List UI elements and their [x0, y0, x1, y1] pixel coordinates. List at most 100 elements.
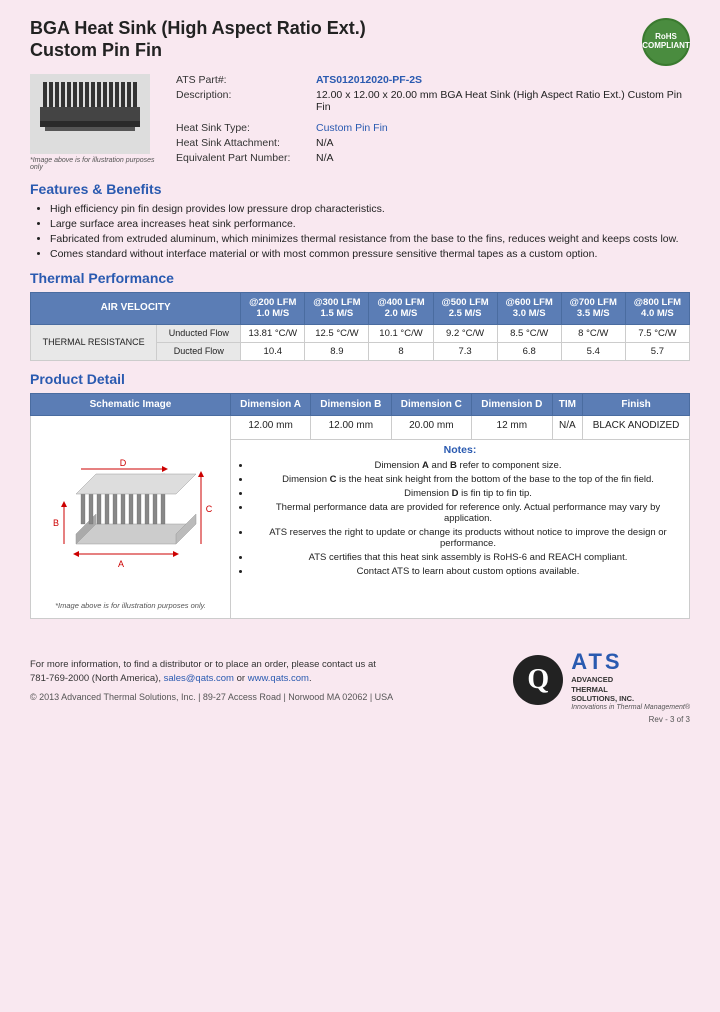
footer-email[interactable]: sales@qats.com: [164, 673, 234, 684]
svg-text:C: C: [205, 504, 212, 514]
th-tim: TIM: [552, 393, 583, 415]
product-image-area: *Image above is for illustration purpose…: [30, 74, 160, 171]
th-dim-c: Dimension C: [391, 393, 471, 415]
title-line2: Custom Pin Fin: [30, 40, 162, 60]
unducted-val-2: 10.1 °C/W: [369, 324, 433, 342]
product-detail-section: Product Detail Schematic Image Dimension…: [30, 371, 690, 619]
finish-value: BLACK ANODIZED: [583, 415, 690, 440]
notes-cell: Notes: Dimension A and B refer to compon…: [231, 440, 690, 618]
description-label: Description:: [176, 89, 316, 113]
notes-list: Dimension A and B refer to component siz…: [235, 460, 685, 577]
ducted-val-0: 10.4: [241, 342, 305, 360]
unducted-val-5: 8 °C/W: [561, 324, 625, 342]
dim-c-value: 20.00 mm: [391, 415, 471, 440]
thermal-resistance-label: THERMAL RESISTANCE: [31, 324, 157, 360]
page-title: BGA Heat Sink (High Aspect Ratio Ext.) C…: [30, 18, 366, 61]
ats-acronym: ATS: [571, 649, 690, 675]
feature-item: Large surface area increases heat sink p…: [50, 218, 690, 230]
page: BGA Heat Sink (High Aspect Ratio Ext.) C…: [0, 0, 720, 1012]
dim-d-value: 12 mm: [472, 415, 552, 440]
ducted-val-4: 6.8: [497, 342, 561, 360]
note-item-0: Dimension A and B refer to component siz…: [251, 460, 685, 471]
thermal-performance-section: Thermal Performance AIR VELOCITY @200 LF…: [30, 270, 690, 361]
ats-text: ATS ADVANCEDTHERMALSOLUTIONS, INC. Innov…: [571, 649, 690, 711]
notes-title: Notes:: [235, 444, 685, 456]
feature-item: High efficiency pin fin design provides …: [50, 203, 690, 215]
product-detail-title: Product Detail: [30, 371, 690, 387]
features-section: Features & Benefits High efficiency pin …: [30, 181, 690, 260]
col-200lfm: @200 LFM1.0 M/S: [241, 293, 305, 325]
features-list: High efficiency pin fin design provides …: [30, 203, 690, 260]
schematic-cell: A B C D *Image above is for illustration…: [31, 415, 231, 618]
feature-item: Fabricated from extruded aluminum, which…: [50, 233, 690, 245]
ats-tagline: Innovations in Thermal Management®: [571, 704, 690, 711]
unducted-val-0: 13.81 °C/W: [241, 324, 305, 342]
performance-table: AIR VELOCITY @200 LFM1.0 M/S @300 LFM1.5…: [30, 292, 690, 361]
unducted-val-3: 9.2 °C/W: [433, 324, 497, 342]
dim-b-value: 12.00 mm: [311, 415, 391, 440]
unducted-row: THERMAL RESISTANCE Unducted Flow 13.81 °…: [31, 324, 690, 342]
footer-contact: For more information, to find a distribu…: [30, 658, 393, 687]
note-item-2: Dimension D is fin tip to fin tip.: [251, 488, 685, 499]
svg-text:B: B: [52, 518, 58, 528]
note-item-4: ATS reserves the right to update or chan…: [251, 527, 685, 549]
unducted-label: Unducted Flow: [157, 324, 241, 342]
heat-sink-type-row: Heat Sink Type: Custom Pin Fin: [176, 122, 690, 134]
th-dim-b: Dimension B: [311, 393, 391, 415]
svg-text:D: D: [119, 458, 126, 468]
part-number-row: ATS Part#: ATS012012020-PF-2S: [176, 74, 690, 86]
heat-sink-type-label: Heat Sink Type:: [176, 122, 316, 134]
ats-logo: Q ATS ADVANCEDTHERMALSOLUTIONS, INC. Inn…: [513, 649, 690, 711]
col-300lfm: @300 LFM1.5 M/S: [305, 293, 369, 325]
thermal-performance-title: Thermal Performance: [30, 270, 690, 286]
feature-item: Comes standard without interface materia…: [50, 248, 690, 260]
ducted-val-6: 5.7: [625, 342, 689, 360]
image-caption: *Image above is for illustration purpose…: [30, 157, 160, 171]
col-500lfm: @500 LFM2.5 M/S: [433, 293, 497, 325]
tim-value: N/A: [552, 415, 583, 440]
footer-left: For more information, to find a distribu…: [30, 658, 393, 703]
th-dim-d: Dimension D: [472, 393, 552, 415]
schematic-svg: A B C D: [46, 424, 216, 594]
note-item-5: ATS certifies that this heat sink assemb…: [251, 552, 685, 563]
rohs-badge: RoHSCOMPLIANT: [642, 18, 690, 66]
title-line1: BGA Heat Sink (High Aspect Ratio Ext.): [30, 18, 366, 38]
header: BGA Heat Sink (High Aspect Ratio Ext.) C…: [30, 18, 690, 66]
ducted-val-1: 8.9: [305, 342, 369, 360]
contact-text: For more information, to find a distribu…: [30, 659, 376, 670]
note-item-3: Thermal performance data are provided fo…: [251, 502, 685, 524]
heatsink-illustration: [35, 77, 145, 152]
th-schematic: Schematic Image: [31, 393, 231, 415]
attachment-label: Heat Sink Attachment:: [176, 137, 316, 149]
air-velocity-header: AIR VELOCITY: [31, 293, 241, 325]
col-700lfm: @700 LFM3.5 M/S: [561, 293, 625, 325]
description-row: Description: 12.00 x 12.00 x 20.00 mm BG…: [176, 89, 690, 113]
note-item-6: Contact ATS to learn about custom option…: [251, 566, 685, 577]
footer-website[interactable]: www.qats.com: [248, 673, 309, 684]
features-title: Features & Benefits: [30, 181, 690, 197]
col-600lfm: @600 LFM3.0 M/S: [497, 293, 561, 325]
dim-a-value: 12.00 mm: [231, 415, 311, 440]
attachment-value: N/A: [316, 137, 334, 149]
th-dim-a: Dimension A: [231, 393, 311, 415]
copyright: © 2013 Advanced Thermal Solutions, Inc. …: [30, 692, 393, 702]
dimensions-row: A B C D *Image above is for illustration…: [31, 415, 690, 440]
heat-sink-type-value: Custom Pin Fin: [316, 122, 388, 134]
schematic-caption: *Image above is for illustration purpose…: [39, 601, 222, 610]
attachment-row: Heat Sink Attachment: N/A: [176, 137, 690, 149]
revision-text: Rev - 3 of 3: [30, 715, 690, 724]
ats-q-icon: Q: [513, 655, 563, 705]
ducted-label: Ducted Flow: [157, 342, 241, 360]
equiv-part-value: N/A: [316, 152, 334, 164]
product-details: ATS Part#: ATS012012020-PF-2S Descriptio…: [176, 74, 690, 171]
product-detail-table: Schematic Image Dimension A Dimension B …: [30, 393, 690, 619]
th-finish: Finish: [583, 393, 690, 415]
part-number-label: ATS Part#:: [176, 74, 316, 86]
product-info: *Image above is for illustration purpose…: [30, 74, 690, 171]
ducted-val-5: 5.4: [561, 342, 625, 360]
svg-text:A: A: [117, 559, 123, 569]
ats-company-name: ADVANCEDTHERMALSOLUTIONS, INC.: [571, 675, 690, 704]
unducted-val-1: 12.5 °C/W: [305, 324, 369, 342]
equiv-part-label: Equivalent Part Number:: [176, 152, 316, 164]
equiv-part-row: Equivalent Part Number: N/A: [176, 152, 690, 164]
